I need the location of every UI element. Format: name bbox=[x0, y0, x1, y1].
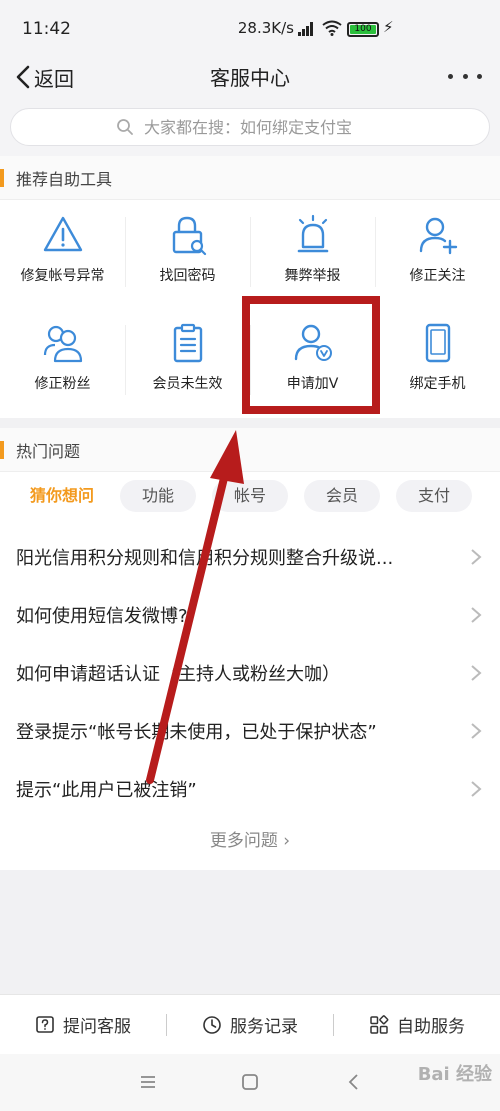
tool-fraud-report[interactable]: 舞弊举报 bbox=[250, 201, 375, 305]
status-bar: 11:42 28.3K/s 100 ⚡ bbox=[0, 0, 500, 56]
tool-label: 修复帐号异常 bbox=[20, 268, 105, 284]
tool-bind-phone[interactable]: 绑定手机 bbox=[375, 309, 500, 413]
search-icon bbox=[117, 119, 133, 135]
tool-fix-account[interactable]: 修复帐号异常 bbox=[0, 201, 125, 305]
service-records-label: 服务记录 bbox=[230, 1017, 298, 1037]
tools-section-header: 推荐自助工具 bbox=[0, 156, 500, 200]
clock-icon bbox=[203, 1015, 221, 1034]
service-records-button[interactable]: 服务记录 bbox=[167, 1012, 333, 1037]
section-accent-bar bbox=[0, 440, 4, 459]
highlight-box bbox=[242, 296, 380, 414]
tool-label: 找回密码 bbox=[159, 268, 216, 284]
user-add-icon bbox=[419, 217, 457, 255]
question-text: 如何申请超话认证（主持人或粉丝大咖） bbox=[16, 664, 340, 685]
tab-features[interactable]: 功能 bbox=[120, 480, 196, 512]
lock-search-icon bbox=[172, 216, 206, 256]
list-item[interactable]: 登录提示“帐号长期未使用，已处于保护状态” bbox=[0, 702, 500, 760]
grid-icon bbox=[370, 1014, 389, 1034]
tools-section-title: 推荐自助工具 bbox=[16, 169, 113, 189]
hot-section-title: 热门问题 bbox=[16, 441, 81, 461]
more-button[interactable] bbox=[448, 70, 482, 82]
list-item[interactable]: 如何申请超话认证（主持人或粉丝大咖） bbox=[0, 644, 500, 702]
status-time: 11:42 bbox=[22, 19, 71, 39]
chevron-right-icon bbox=[471, 723, 482, 739]
alarm-icon bbox=[297, 214, 328, 253]
home-icon[interactable] bbox=[240, 1072, 260, 1092]
nav-bar: 返回 客服中心 bbox=[0, 56, 500, 100]
tool-label: 修正粉丝 bbox=[34, 376, 91, 392]
self-service-label: 自助服务 bbox=[397, 1017, 465, 1037]
battery-icon: 100 bbox=[347, 22, 379, 37]
more-questions-label: 更多问题 bbox=[209, 831, 278, 851]
question-icon bbox=[36, 1015, 54, 1033]
menu-icon[interactable] bbox=[138, 1072, 158, 1092]
clipboard-icon bbox=[173, 323, 202, 363]
question-text: 如何使用短信发微博? bbox=[16, 606, 188, 627]
ask-support-label: 提问客服 bbox=[63, 1017, 131, 1037]
tool-label: 绑定手机 bbox=[409, 376, 466, 392]
tool-label: 修正关注 bbox=[409, 268, 466, 284]
ask-support-button[interactable]: 提问客服 bbox=[0, 1012, 166, 1037]
back-icon[interactable] bbox=[344, 1072, 364, 1092]
more-questions-link[interactable]: 更多问题 › bbox=[0, 826, 500, 851]
chevron-right-icon bbox=[471, 549, 482, 565]
chevron-right-icon: › bbox=[283, 831, 291, 851]
charging-icon: ⚡ bbox=[383, 18, 394, 36]
phone-icon bbox=[425, 323, 450, 363]
list-item[interactable]: 提示“此用户已被注销” bbox=[0, 760, 500, 818]
signal-icon bbox=[298, 22, 316, 36]
chevron-right-icon bbox=[471, 665, 482, 681]
tool-recover-password[interactable]: 找回密码 bbox=[125, 201, 250, 305]
question-text: 阳光信用积分规则和信用积分规则整合升级说... bbox=[16, 548, 394, 569]
tool-fix-following[interactable]: 修正关注 bbox=[375, 201, 500, 305]
bottom-action-bar: 提问客服 服务记录 自助服务 bbox=[0, 994, 500, 1054]
search-input[interactable] bbox=[144, 117, 384, 137]
question-text: 提示“此用户已被注销” bbox=[16, 780, 197, 801]
tab-guess[interactable]: 猜你想问 bbox=[16, 480, 108, 512]
question-list: 阳光信用积分规则和信用积分规则整合升级说... 如何使用短信发微博? 如何申请超… bbox=[0, 528, 500, 818]
chevron-right-icon bbox=[471, 607, 482, 623]
list-item[interactable]: 如何使用短信发微博? bbox=[0, 586, 500, 644]
self-service-button[interactable]: 自助服务 bbox=[334, 1012, 500, 1037]
dot-icon bbox=[462, 73, 468, 79]
chevron-right-icon bbox=[471, 781, 482, 797]
tab-account[interactable]: 帐号 bbox=[212, 480, 288, 512]
users-icon bbox=[43, 325, 82, 363]
search-box[interactable] bbox=[10, 108, 490, 146]
list-item[interactable]: 阳光信用积分规则和信用积分规则整合升级说... bbox=[0, 528, 500, 586]
dot-icon bbox=[477, 73, 482, 79]
tool-fix-fans[interactable]: 修正粉丝 bbox=[0, 309, 125, 413]
tab-payment[interactable]: 支付 bbox=[396, 480, 472, 512]
question-text: 登录提示“帐号长期未使用，已处于保护状态” bbox=[16, 722, 377, 743]
tool-label: 舞弊举报 bbox=[284, 268, 341, 284]
warning-icon bbox=[43, 216, 82, 252]
section-accent-bar bbox=[0, 168, 4, 187]
tab-membership[interactable]: 会员 bbox=[304, 480, 380, 512]
hot-questions-section: 热门问题 猜你想问 功能 帐号 会员 支付 阳光信用积分规则和信用积分规则整合升… bbox=[0, 428, 500, 870]
dot-icon bbox=[448, 73, 453, 79]
wifi-icon bbox=[322, 20, 342, 36]
page-title: 客服中心 bbox=[210, 66, 290, 90]
watermark: Bai 经验 bbox=[417, 1064, 492, 1085]
battery-level: 100 bbox=[350, 25, 376, 34]
network-speed: 28.3K/s bbox=[237, 19, 294, 37]
hot-section-header: 热门问题 bbox=[0, 428, 500, 472]
tool-membership-inactive[interactable]: 会员未生效 bbox=[125, 309, 250, 413]
tool-label: 会员未生效 bbox=[152, 376, 223, 392]
search-area bbox=[0, 100, 500, 156]
